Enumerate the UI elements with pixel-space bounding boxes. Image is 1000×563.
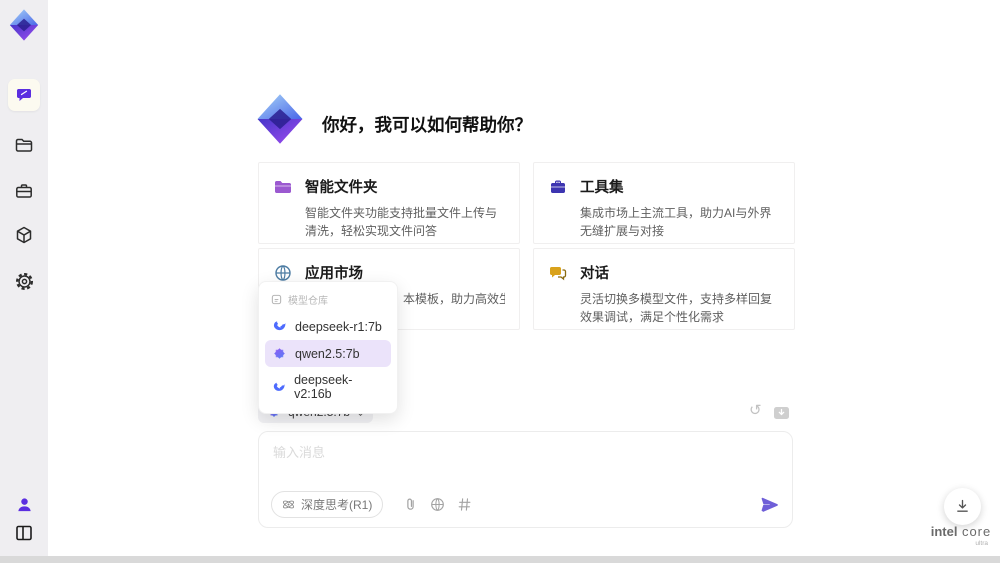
paperclip-icon (407, 498, 415, 510)
deepseek-whale-icon (273, 321, 286, 331)
message-input[interactable] (271, 440, 780, 482)
atom-icon (282, 500, 295, 509)
attach-button[interactable] (403, 497, 418, 512)
globe-icon (431, 498, 445, 511)
deepseek-whale-icon (273, 382, 286, 391)
deep-think-toggle[interactable]: 深度思考(R1) (271, 491, 384, 518)
folder-icon (15, 138, 33, 152)
app-market-globe-icon (275, 264, 291, 281)
download-button[interactable] (944, 488, 981, 525)
send-button[interactable] (760, 495, 780, 515)
history-icon[interactable]: ↺ (749, 403, 762, 418)
qwen-icon (274, 348, 285, 359)
sidebar-item-panel[interactable] (8, 517, 40, 549)
smart-folder-icon (275, 180, 291, 193)
card-desc: 灵活切换多模型文件，支持多样回复效果调试，满足个性化需求 (580, 292, 773, 324)
core-wordmark: core (961, 524, 992, 539)
sidebar-item-chat[interactable] (8, 79, 40, 111)
briefcase-icon (16, 184, 32, 198)
export-icon[interactable] (773, 406, 790, 420)
composer-panel: 深度思考(R1) (258, 431, 793, 528)
card-title: 对话 (580, 266, 609, 282)
repo-icon (271, 294, 282, 305)
toolset-icon (551, 180, 565, 193)
card-title: 应用市场 (305, 266, 363, 282)
web-search-button[interactable] (430, 497, 445, 512)
model-dropdown: 模型仓库 deepseek-r1:7b qwen2.5:7b deepseek-… (258, 281, 398, 414)
model-option-label: deepseek-v2:16b (294, 373, 353, 401)
card-title: 智能文件夹 (305, 180, 378, 196)
cube-icon (16, 226, 32, 244)
intel-wordmark: intel (930, 524, 958, 539)
gear-icon (15, 272, 33, 290)
chat-icon (17, 89, 31, 101)
model-option-label: qwen2.5:7b (295, 346, 360, 361)
model-option-label: deepseek-r1:7b (295, 319, 382, 334)
model-option-deepseek-v2[interactable]: deepseek-v2:16b (265, 367, 391, 407)
card-toolset[interactable]: 工具集 集成市场上主流工具，助力AI与外界无缝扩展与对接 (533, 162, 795, 244)
sidebar-item-models[interactable] (8, 219, 40, 251)
app-window: 你好，我可以如何帮助你？ 智能文件夹 智能文件夹功能支持批量文件上传与清洗，轻松… (0, 0, 1000, 563)
user-icon (17, 497, 31, 511)
card-desc: 智能文件夹功能支持批量文件上传与清洗，轻松实现文件问答 (305, 206, 498, 238)
model-option-qwen[interactable]: qwen2.5:7b (265, 340, 391, 367)
download-icon (957, 499, 968, 512)
hero-logo-icon (257, 94, 303, 144)
dialogue-icon (550, 266, 567, 280)
sidebar-item-account[interactable] (8, 488, 40, 520)
sidebar (0, 0, 48, 556)
greeting-title: 你好，我可以如何帮助你？ (322, 115, 532, 135)
card-dialogue[interactable]: 对话 灵活切换多模型文件，支持多样回复效果调试，满足个性化需求 (533, 248, 795, 330)
deep-think-label: 深度思考(R1) (301, 498, 373, 512)
card-smart-folder[interactable]: 智能文件夹 智能文件夹功能支持批量文件上传与清洗，轻松实现文件问答 (258, 162, 520, 244)
model-dropdown-header: 模型仓库 (265, 288, 391, 313)
knowledge-base-button[interactable] (457, 497, 472, 512)
send-icon (761, 497, 778, 512)
composer-toolbar: 深度思考(R1) (271, 491, 780, 518)
window-bottom-edge (0, 556, 1000, 563)
model-option-deepseek-r1[interactable]: deepseek-r1:7b (265, 313, 391, 340)
intel-core-badge: intel core ultra (928, 523, 994, 547)
sidebar-item-toolbox[interactable] (8, 175, 40, 207)
sidebar-item-folders[interactable] (8, 129, 40, 161)
grid-hash-icon (458, 498, 471, 511)
card-title: 工具集 (580, 180, 624, 196)
app-logo-icon (9, 9, 39, 41)
split-panel-icon (16, 525, 32, 541)
card-desc: 集成市场上主流工具，助力AI与外界无缝扩展与对接 (580, 206, 772, 238)
core-sub-label: ultra (975, 540, 988, 547)
model-dropdown-header-label: 模型仓库 (288, 296, 328, 307)
sidebar-item-settings[interactable] (8, 265, 40, 297)
